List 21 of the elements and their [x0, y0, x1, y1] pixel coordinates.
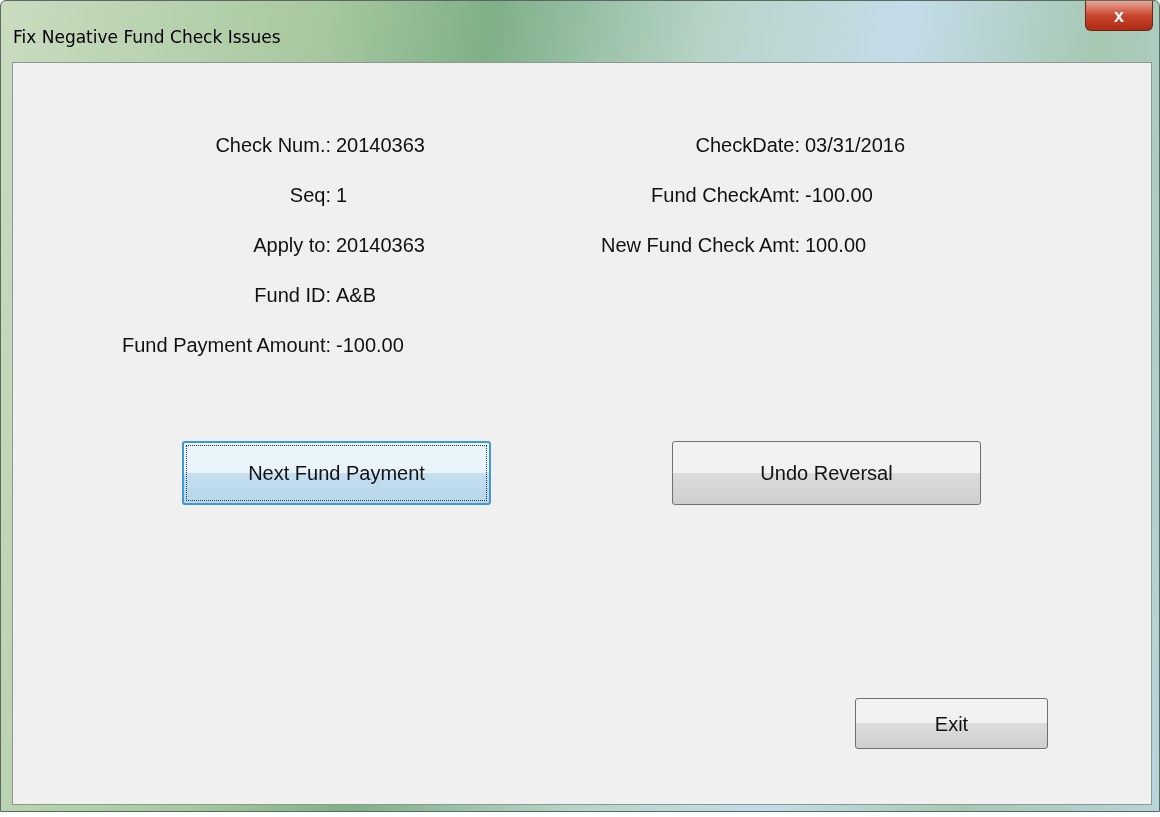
field-label: New Fund Check Amt: [601, 233, 801, 258]
field-value: 100.00 [805, 233, 867, 258]
field-label: Fund ID: [254, 283, 332, 308]
field-label: Apply to: [253, 233, 332, 258]
exit-button[interactable]: Exit [855, 698, 1048, 749]
field-value: 20140363 [336, 233, 425, 258]
field-label: Check Num.: [215, 133, 332, 158]
field-value: 20140363 [336, 133, 425, 158]
field-label: Fund Payment Amount: [122, 333, 332, 358]
field-value: -100.00 [805, 183, 873, 208]
field-value: 03/31/2016 [805, 133, 906, 158]
field-value: A&B [336, 283, 377, 308]
window-title: Fix Negative Fund Check Issues [13, 26, 281, 49]
action-button[interactable]: Next Fund Payment [182, 441, 491, 505]
field-value: 1 [336, 183, 348, 208]
close-button[interactable]: x [1085, 1, 1153, 31]
field-value: -100.00 [336, 333, 404, 358]
field-label: Fund CheckAmt: [651, 183, 801, 208]
field-label: CheckDate: [695, 133, 801, 158]
field-label: Seq: [289, 183, 332, 208]
action-button[interactable]: Undo Reversal [672, 441, 981, 505]
